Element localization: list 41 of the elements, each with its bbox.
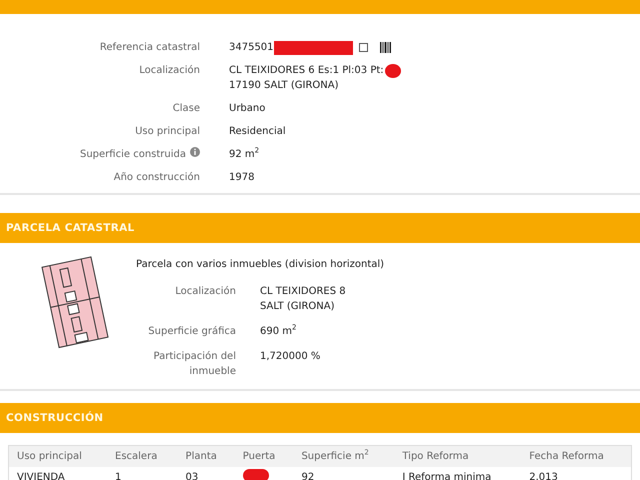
- field-value: 92 m$^{2}$: [229, 147, 260, 162]
- field-label: Localización: [174, 285, 236, 299]
- field-label: Superficie construida: [80, 148, 186, 162]
- field-label: Año construcción: [114, 171, 200, 185]
- field-value: 1978: [229, 171, 254, 185]
- field-label: Uso principal: [135, 125, 200, 139]
- column-header: Escalera: [107, 446, 178, 467]
- info-icon[interactable]: [190, 147, 200, 157]
- field-value: 690 m$^{2}$: [260, 324, 296, 339]
- field-label: Localización: [139, 64, 200, 78]
- table-cell: 1: [107, 467, 178, 480]
- column-header: Superficie m$^{2}$: [293, 446, 394, 467]
- column-header: Fecha Reforma: [521, 446, 632, 467]
- field-value: Urbano: [229, 102, 266, 116]
- column-header: Planta: [178, 446, 235, 467]
- barcode-icon[interactable]: [380, 42, 391, 53]
- field-value: CL TEIXIDORES 6 Es:1 Pl:03 Pt:: [229, 64, 384, 78]
- field-value: 17190 SALT (GIRONA): [229, 79, 338, 93]
- field-value: 1,720000 %: [260, 350, 320, 364]
- parcel-heading: Parcela con varios inmuebles (division horizontal): [136, 258, 384, 272]
- field-label: Participación del inmueble: [152, 350, 236, 379]
- redaction-mark: [384, 64, 401, 78]
- field-value: SALT (GIRONA): [260, 300, 334, 314]
- table-cell: 2.013: [521, 467, 632, 480]
- section-title: PARCELA CATASTRAL: [6, 220, 135, 236]
- field-value: CL TEIXIDORES 8: [260, 285, 346, 299]
- table-cell: 03: [178, 467, 235, 480]
- field-value: Residencial: [229, 125, 286, 139]
- field-value: 3475501: [229, 41, 274, 55]
- table-cell: 92: [293, 467, 394, 480]
- table-cell: VIVIENDA: [8, 467, 107, 480]
- section-title: CONSTRUCCIÓN: [6, 410, 104, 426]
- column-header: Uso principal: [8, 446, 107, 467]
- field-label: Clase: [172, 102, 200, 116]
- field-label: Referencia catastral: [100, 41, 200, 55]
- column-header: Tipo Reforma: [394, 446, 522, 467]
- field-label: Superficie gráfica: [147, 325, 236, 339]
- copy-icon[interactable]: [358, 42, 368, 52]
- column-header: Puerta: [234, 446, 294, 467]
- redaction-mark: [242, 469, 269, 480]
- table-cell: I Reforma minima: [394, 467, 522, 480]
